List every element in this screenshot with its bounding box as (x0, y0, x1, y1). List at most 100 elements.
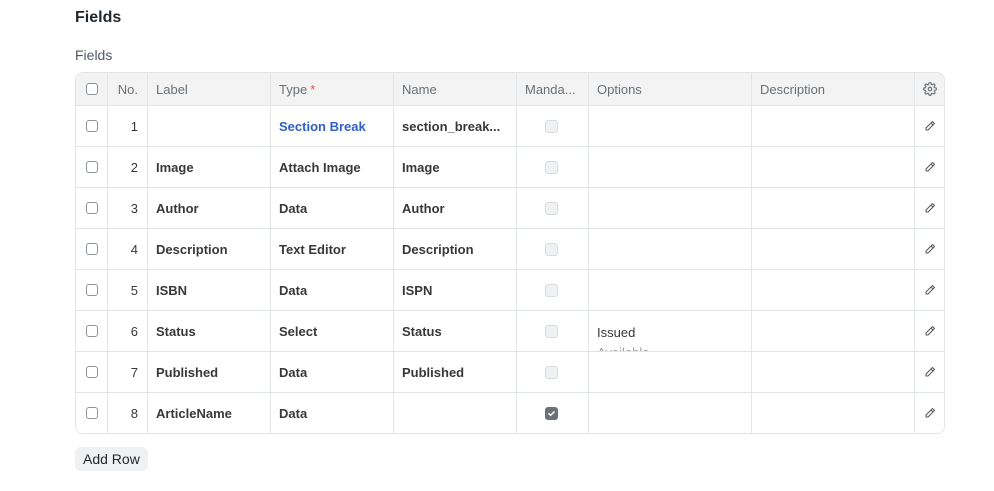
label-cell[interactable]: Image (147, 147, 270, 187)
edit-cell (914, 188, 944, 228)
name-cell[interactable]: section_break... (393, 106, 516, 146)
label-cell[interactable]: ISBN (147, 270, 270, 310)
add-row-button[interactable]: Add Row (75, 447, 148, 471)
edit-icon[interactable] (924, 407, 936, 419)
edit-icon[interactable] (924, 243, 936, 255)
edit-icon[interactable] (924, 161, 936, 173)
label-cell[interactable]: ArticleName (147, 393, 270, 433)
edit-cell (914, 106, 944, 146)
header-type: Type * (270, 73, 393, 105)
options-cell[interactable] (588, 188, 751, 228)
edit-icon[interactable] (924, 366, 936, 378)
table-row[interactable]: 1 Section Break section_break... (76, 105, 944, 146)
mandatory-checkbox[interactable] (545, 242, 558, 256)
section-title: Fields (75, 9, 122, 26)
row-number: 6 (107, 311, 147, 351)
edit-cell (914, 270, 944, 310)
description-cell[interactable] (751, 106, 914, 146)
row-select-checkbox[interactable] (85, 366, 98, 378)
edit-icon[interactable] (924, 325, 936, 337)
table-row[interactable]: 4 Description Text Editor Description (76, 228, 944, 269)
header-label: Label (147, 73, 270, 105)
header-description: Description (751, 73, 914, 105)
description-cell[interactable] (751, 188, 914, 228)
type-cell[interactable]: Select (270, 311, 393, 351)
header-select-all-cell (76, 73, 107, 105)
mandatory-checkbox[interactable] (545, 406, 558, 420)
description-cell[interactable] (751, 270, 914, 310)
mandatory-checkbox[interactable] (545, 324, 558, 338)
type-cell[interactable]: Data (270, 352, 393, 392)
row-select-checkbox[interactable] (85, 243, 98, 255)
name-cell[interactable]: ISPN (393, 270, 516, 310)
mandatory-checkbox[interactable] (545, 160, 558, 174)
name-cell[interactable]: Author (393, 188, 516, 228)
header-settings-cell (914, 73, 944, 105)
label-cell[interactable]: Description (147, 229, 270, 269)
table-body: 1 Section Break section_break... 2 Image Atta… (76, 105, 944, 433)
row-number: 8 (107, 393, 147, 433)
name-cell[interactable]: Published (393, 352, 516, 392)
table-row[interactable]: 7 Published Data Published (76, 351, 944, 392)
select-all-checkbox[interactable] (85, 83, 98, 95)
row-number: 7 (107, 352, 147, 392)
options-cell[interactable] (588, 106, 751, 146)
row-select-cell (76, 147, 107, 187)
description-cell[interactable] (751, 393, 914, 433)
row-select-checkbox[interactable] (85, 120, 98, 132)
name-cell[interactable]: Image (393, 147, 516, 187)
options-cell[interactable] (588, 270, 751, 310)
label-cell[interactable]: Published (147, 352, 270, 392)
row-select-checkbox[interactable] (85, 407, 98, 419)
description-cell[interactable] (751, 229, 914, 269)
type-cell[interactable]: Data (270, 270, 393, 310)
options-cell[interactable] (588, 229, 751, 269)
mandatory-cell (516, 270, 588, 310)
row-select-checkbox[interactable] (85, 284, 98, 296)
edit-icon[interactable] (924, 120, 936, 132)
row-select-checkbox[interactable] (85, 161, 98, 173)
label-cell[interactable]: Author (147, 188, 270, 228)
row-select-cell (76, 311, 107, 351)
edit-icon[interactable] (924, 284, 936, 296)
options-cell[interactable] (588, 393, 751, 433)
name-cell[interactable] (393, 393, 516, 433)
label-cell[interactable] (147, 106, 270, 146)
label-cell[interactable]: Status (147, 311, 270, 351)
description-cell[interactable] (751, 147, 914, 187)
row-number: 2 (107, 147, 147, 187)
fields-table: No. Label Type * Name Manda... Options D… (75, 72, 945, 434)
options-cell[interactable] (588, 147, 751, 187)
edit-icon[interactable] (924, 202, 936, 214)
row-select-cell (76, 393, 107, 433)
name-cell[interactable]: Status (393, 311, 516, 351)
mandatory-checkbox[interactable] (545, 365, 558, 379)
row-select-checkbox[interactable] (85, 325, 98, 337)
table-row[interactable]: 3 Author Data Author (76, 187, 944, 228)
type-cell[interactable]: Text Editor (270, 229, 393, 269)
name-cell[interactable]: Description (393, 229, 516, 269)
mandatory-cell (516, 352, 588, 392)
table-row[interactable]: 8 ArticleName Data (76, 392, 944, 433)
type-cell[interactable]: Data (270, 393, 393, 433)
mandatory-checkbox[interactable] (545, 201, 558, 215)
header-no: No. (107, 73, 147, 105)
edit-cell (914, 229, 944, 269)
type-cell[interactable]: Attach Image (270, 147, 393, 187)
row-select-cell (76, 352, 107, 392)
description-cell[interactable] (751, 311, 914, 351)
description-cell[interactable] (751, 352, 914, 392)
options-cell[interactable]: Issued Available (588, 311, 751, 351)
gear-icon[interactable] (922, 82, 937, 96)
table-row[interactable]: 2 Image Attach Image Image (76, 146, 944, 187)
type-cell[interactable]: Section Break (270, 106, 393, 146)
table-row[interactable]: 5 ISBN Data ISPN (76, 269, 944, 310)
mandatory-checkbox[interactable] (545, 283, 558, 297)
options-cell[interactable] (588, 352, 751, 392)
mandatory-cell (516, 147, 588, 187)
row-select-checkbox[interactable] (85, 202, 98, 214)
table-row[interactable]: 6StatusSelectStatusIssuedAvailable (76, 310, 944, 351)
type-cell[interactable]: Data (270, 188, 393, 228)
mandatory-checkbox[interactable] (545, 119, 558, 133)
edit-cell (914, 311, 944, 351)
